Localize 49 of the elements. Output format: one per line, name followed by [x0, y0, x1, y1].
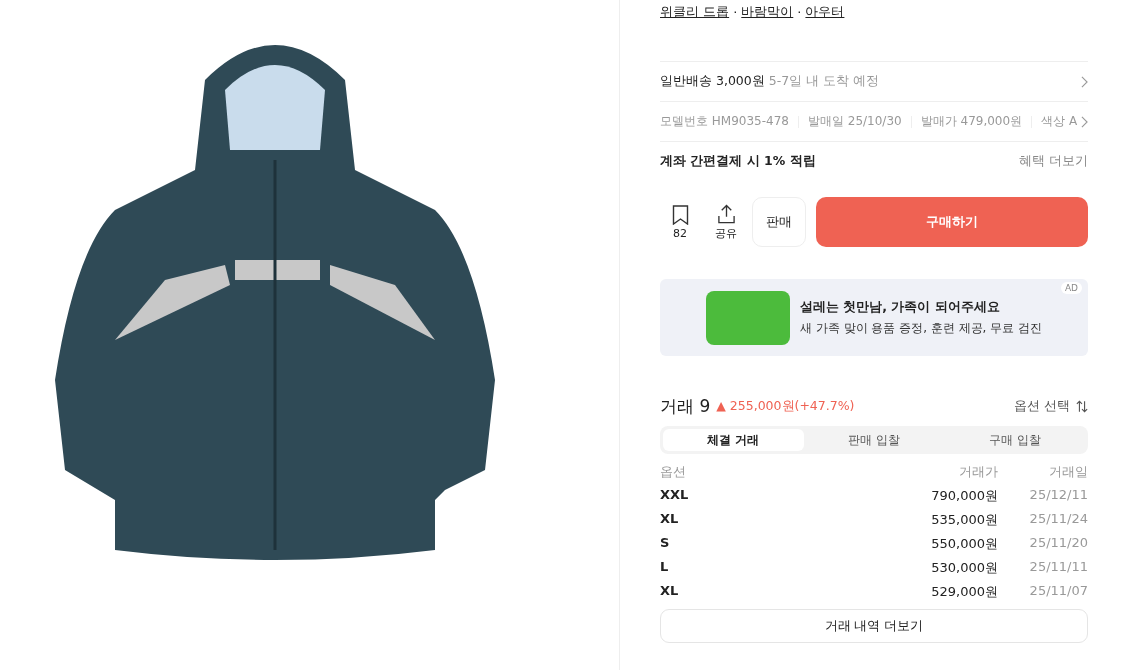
sort-icon[interactable]: [1076, 399, 1088, 413]
spec-item: 발매일 25/10/30: [807, 113, 902, 130]
table-cell-text: 530,000원: [930, 559, 998, 577]
ad-badge: AD: [1060, 282, 1082, 294]
tab[interactable]: 판매 입찰: [803, 429, 945, 451]
spec-item: 색상 A: [1041, 113, 1078, 130]
table-cell-text: 790,000원: [930, 487, 998, 505]
price-change: ▲ 255,000원(+47.7%): [716, 397, 855, 415]
option-select[interactable]: 옵션 선택: [1014, 397, 1070, 415]
breadcrumb-separator: ·: [797, 4, 802, 20]
table-cell-text: 25/11/24: [1028, 511, 1088, 528]
breadcrumb-link[interactable]: 바람막이: [741, 3, 794, 21]
breadcrumb-link[interactable]: 아우터: [805, 3, 845, 21]
column-header: 거래일: [1048, 464, 1088, 481]
chevron-right-icon[interactable]: [1081, 75, 1088, 88]
table-cell-text: XL: [660, 511, 680, 528]
spec-item: 모델번호 HM9035-478: [660, 113, 789, 130]
table-cell-text: XXL: [660, 487, 690, 504]
sell-button[interactable]: 판매: [752, 197, 806, 247]
table-cell-text: 25/11/07: [1028, 583, 1088, 600]
table-cell-text: S: [660, 535, 671, 552]
tab[interactable]: 구매 입찰: [944, 429, 1085, 451]
table-cell-text: L: [660, 559, 670, 576]
bookmark-count: 82: [673, 226, 687, 240]
share-label: 공유: [715, 225, 737, 241]
table-cell-text: 535,000원: [930, 511, 998, 529]
spec-item: 발매가 479,000원: [920, 113, 1023, 130]
column-header: 옵션: [660, 464, 687, 481]
benefit-link[interactable]: 혜택 더보기: [1019, 153, 1088, 170]
table-cell-text: 550,000원: [930, 535, 998, 553]
benefit-text: 계좌 간편결제 시 1% 적립: [660, 153, 816, 170]
tab[interactable]: 체결 거래: [663, 429, 804, 451]
ad-banner[interactable]: 설레는 첫만남, 가족이 되어주세요 새 가족 맞이 용품 증정, 훈련 제공, 무료 검진 AD: [660, 279, 1088, 356]
table-cell-text: XL: [660, 583, 680, 600]
table-cell-text: 25/11/11: [1028, 559, 1088, 576]
share-icon[interactable]: [716, 203, 736, 224]
breadcrumb-separator: ·: [733, 4, 738, 20]
trade-count: 거래 9: [660, 394, 711, 418]
ad-subtitle: 새 가족 맞이 용품 증정, 훈련 제공, 무료 검진: [799, 319, 1043, 337]
column-header: 거래가: [958, 464, 998, 481]
table-cell-text: 25/11/20: [1028, 535, 1088, 552]
ad-title: 설레는 첫만남, 가족이 되어주세요: [799, 298, 1001, 316]
more-trades-button[interactable]: 거래 내역 더보기: [660, 609, 1088, 643]
table-cell-text: 25/12/11: [1028, 487, 1088, 504]
bookmark-icon[interactable]: [670, 204, 690, 225]
table-cell-text: 529,000원: [930, 583, 998, 601]
breadcrumb-link[interactable]: 위클리 드롭: [660, 3, 730, 21]
shipping-info: 일반배송 3,000원 5-7일 내 도착 예정: [660, 73, 880, 90]
chevron-right-icon[interactable]: [1081, 115, 1088, 128]
